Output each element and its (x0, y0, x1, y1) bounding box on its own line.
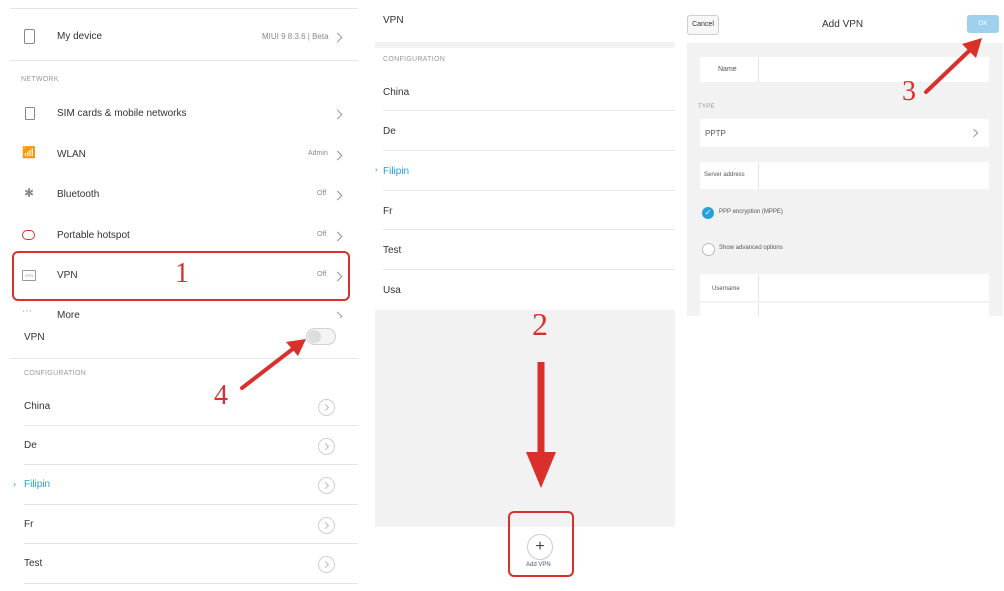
server-address-row: Server address (700, 162, 989, 189)
config-label: Filipin (383, 166, 410, 177)
server-address-label: Server address (704, 172, 745, 178)
more-dots-icon: ⋯ (22, 306, 32, 317)
server-address-input[interactable] (758, 162, 990, 189)
config-label: Fr (24, 519, 34, 530)
checkmark-icon: ✓ (702, 207, 714, 219)
config-item-fr[interactable]: Fr (10, 508, 358, 540)
username-row: Username (700, 274, 989, 301)
chevron-circle-icon[interactable] (318, 556, 335, 573)
my-device-version: MIUI 9 8.3.6 | Beta (262, 32, 329, 41)
chevron-circle-icon[interactable] (318, 438, 335, 455)
show-advanced-checkbox[interactable]: Show advanced options (702, 243, 902, 257)
annotation-box-add (508, 511, 574, 577)
vpn-label: VPN (24, 332, 45, 343)
configuration-header: CONFIGURATION (24, 370, 87, 377)
show-advanced-label: Show advanced options (719, 245, 783, 251)
ppp-encryption-label: PPP encryption (MPPE) (719, 209, 783, 215)
vpn-type-value: PPTP (705, 129, 726, 138)
name-label: Name (718, 66, 737, 73)
settings-item-hotspot[interactable]: Portable hotspot Off (10, 218, 358, 252)
config-item-test[interactable]: Test (10, 547, 358, 579)
my-device-row[interactable]: My device MIUI 9 8.3.6 | Beta (10, 20, 358, 54)
config-label: China (383, 87, 410, 98)
config-label: Test (383, 245, 402, 256)
settings-item-value: Off (317, 231, 327, 238)
chevron-circle-icon[interactable] (318, 399, 335, 416)
password-row (700, 303, 989, 316)
config-item-de[interactable]: De (375, 114, 675, 148)
config-label: Test (24, 558, 43, 569)
annotation-arrow-3 (924, 38, 982, 94)
vpn-toggle[interactable] (306, 328, 336, 345)
settings-item-value: Admin (308, 150, 328, 157)
vpn-title: VPN (383, 15, 404, 26)
config-label: Filipin (24, 479, 51, 490)
annotation-arrow-2 (526, 362, 556, 488)
chevron-right-icon (969, 128, 979, 138)
cancel-button[interactable]: Cancel (687, 15, 719, 35)
wifi-icon: 📶 (22, 147, 36, 159)
settings-item-more[interactable]: ⋯ More (10, 300, 358, 318)
active-indicator-icon: › (375, 165, 378, 174)
bluetooth-icon: ✱ (24, 186, 35, 200)
annotation-number-2: 2 (532, 306, 548, 342)
annotation-number-1: 1 (175, 258, 189, 289)
chevron-right-icon (332, 32, 343, 43)
vpn-type-select[interactable]: PPTP (700, 119, 989, 147)
config-label: Usa (383, 285, 401, 296)
config-label: China (24, 401, 51, 412)
config-label: Fr (383, 206, 393, 217)
chevron-circle-icon[interactable] (318, 477, 335, 494)
annotation-number-4: 4 (214, 380, 228, 411)
config-item-fr[interactable]: Fr (375, 194, 675, 228)
chevron-right-icon (332, 231, 343, 242)
username-label: Username (712, 286, 740, 292)
active-indicator-icon: › (13, 479, 16, 489)
settings-item-wlan[interactable]: 📶 WLAN Admin (10, 137, 358, 171)
config-item-china[interactable]: China (375, 74, 675, 108)
config-item-china[interactable]: China (10, 390, 358, 422)
config-item-test[interactable]: Test (375, 233, 675, 267)
sim-card-icon (25, 107, 35, 120)
config-item-filipin[interactable]: › Filipin (375, 154, 675, 188)
settings-item-label: Bluetooth (57, 189, 100, 200)
settings-item-value: Off (317, 190, 327, 197)
config-item-de[interactable]: De (10, 429, 358, 461)
settings-item-label: More (57, 310, 80, 318)
config-item-filipin[interactable]: › Filipin (10, 468, 358, 500)
ppp-encryption-checkbox[interactable]: ✓ PPP encryption (MPPE) (702, 207, 902, 221)
settings-item-label: WLAN (57, 149, 86, 160)
annotation-number-3: 3 (902, 76, 916, 107)
settings-item-label: Portable hotspot (57, 230, 130, 241)
network-header: NETWORK (21, 76, 59, 83)
password-input[interactable] (758, 303, 990, 316)
annotation-arrow-4 (240, 339, 306, 390)
empty-circle-icon (702, 243, 715, 256)
type-header: TYPE (698, 104, 715, 110)
phone-icon (24, 29, 35, 44)
username-input[interactable] (758, 274, 990, 301)
config-item-usa[interactable]: Usa (375, 273, 675, 307)
toggle-knob (308, 330, 321, 343)
form-title: Add VPN (822, 19, 864, 30)
my-device-label: My device (57, 31, 103, 42)
config-label: De (24, 440, 37, 451)
configuration-header: CONFIGURATION (383, 56, 446, 63)
settings-item-bluetooth[interactable]: ✱ Bluetooth Off (10, 177, 358, 211)
chevron-circle-icon[interactable] (318, 517, 335, 534)
chevron-right-icon (332, 190, 343, 201)
settings-item-label: SIM cards & mobile networks (57, 108, 187, 119)
settings-item-sim[interactable]: SIM cards & mobile networks (10, 96, 358, 130)
chevron-right-icon (332, 109, 343, 120)
ok-button[interactable]: OK (967, 15, 999, 33)
chevron-right-icon (332, 150, 343, 161)
config-label: De (383, 126, 396, 137)
hotspot-icon (22, 230, 35, 240)
